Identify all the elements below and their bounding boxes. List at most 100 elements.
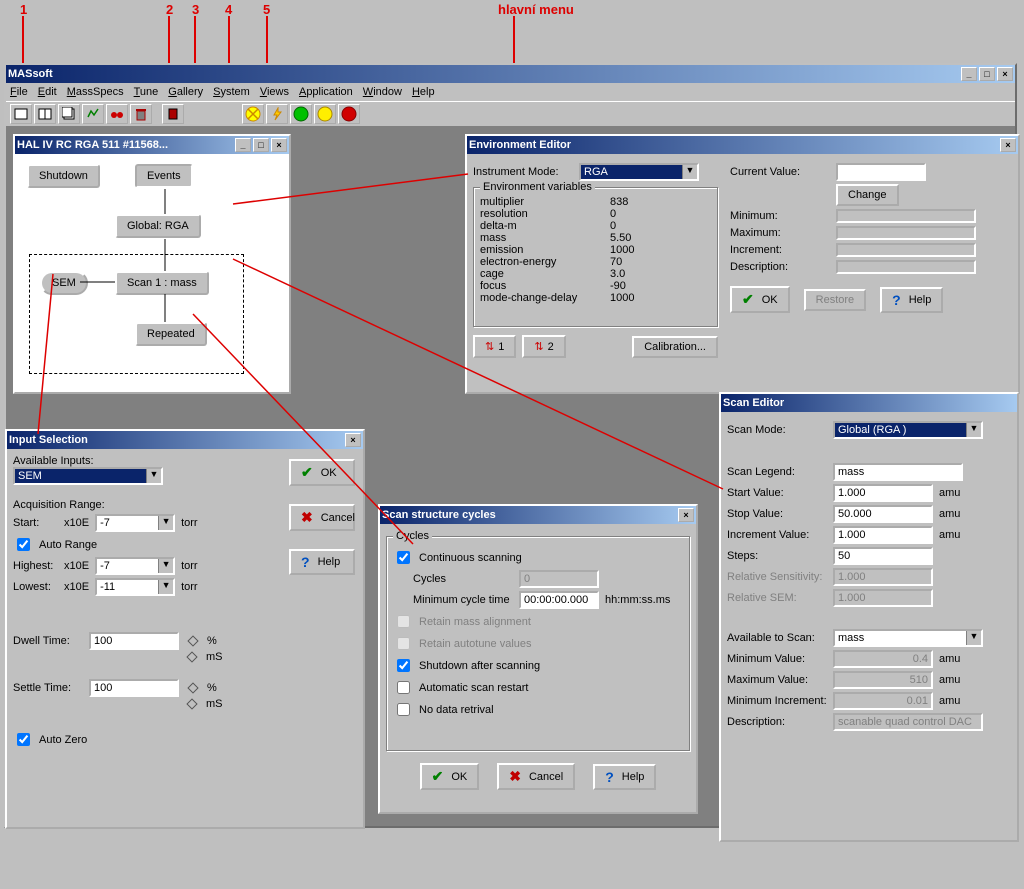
toolbar-btn-4[interactable] bbox=[82, 104, 104, 124]
toolbar-yellow-light-icon[interactable] bbox=[314, 104, 336, 124]
start-value-input[interactable] bbox=[833, 484, 933, 502]
shutdown-after-checkbox[interactable] bbox=[397, 659, 410, 672]
env-editor-title: Environment Editor bbox=[469, 139, 571, 151]
scan-mode-combo[interactable]: Global (RGA )▼ bbox=[833, 421, 983, 439]
ok-button[interactable]: OK bbox=[289, 459, 355, 486]
retain-mass-checkbox bbox=[397, 615, 410, 628]
radio-pct-icon[interactable] bbox=[187, 635, 198, 646]
no-data-checkbox[interactable] bbox=[397, 703, 410, 716]
increment-value-input[interactable] bbox=[833, 526, 933, 544]
minimize-button[interactable]: _ bbox=[961, 67, 977, 81]
available-to-scan-combo[interactable]: mass▼ bbox=[833, 629, 983, 647]
close-button[interactable]: × bbox=[678, 508, 694, 522]
settle-time-label: Settle Time: bbox=[13, 682, 83, 694]
auto-zero-checkbox[interactable] bbox=[17, 733, 30, 746]
cancel-button[interactable]: Cancel bbox=[289, 504, 355, 531]
env-editor-titlebar[interactable]: Environment Editor × bbox=[467, 136, 1018, 154]
ok-button[interactable]: OK bbox=[420, 763, 480, 790]
stop-value-input[interactable] bbox=[833, 505, 933, 523]
ok-button[interactable]: OK bbox=[730, 286, 790, 313]
env-btn-1[interactable]: ⇅1 bbox=[473, 335, 516, 358]
lowest-combo[interactable]: -11▼ bbox=[95, 578, 175, 596]
no-data-label: No data retrival bbox=[419, 704, 494, 716]
current-value-input[interactable] bbox=[836, 163, 926, 181]
scan-editor-titlebar[interactable]: Scan Editor bbox=[721, 394, 1017, 412]
menu-window[interactable]: Window bbox=[363, 86, 402, 98]
menu-gallery[interactable]: Gallery bbox=[168, 86, 203, 98]
settle-time-input[interactable] bbox=[89, 679, 179, 697]
env-btn-2[interactable]: ⇅2 bbox=[522, 335, 565, 358]
input-selection-window: Input Selection × Available Inputs: SEM▼… bbox=[5, 429, 365, 829]
scan-legend-input[interactable] bbox=[833, 463, 963, 481]
min-cycle-input[interactable] bbox=[519, 591, 599, 609]
radio-pct-icon[interactable] bbox=[187, 682, 198, 693]
annotation-2: 2 bbox=[166, 2, 173, 17]
close-button[interactable]: × bbox=[1000, 138, 1016, 152]
description-label: Description: bbox=[730, 261, 830, 273]
auto-restart-checkbox[interactable] bbox=[397, 681, 410, 694]
amu-label: amu bbox=[939, 487, 960, 499]
highest-combo[interactable]: -7▼ bbox=[95, 557, 175, 575]
minimum-label: Minimum: bbox=[730, 210, 830, 222]
rel-sens-label: Relative Sensitivity: bbox=[727, 571, 827, 583]
instrument-mode-label: Instrument Mode: bbox=[473, 166, 573, 178]
continuous-checkbox[interactable] bbox=[397, 551, 410, 564]
menu-system[interactable]: System bbox=[213, 86, 250, 98]
available-inputs-combo[interactable]: SEM▼ bbox=[13, 467, 163, 485]
menu-massspecs[interactable]: MassSpecs bbox=[67, 86, 124, 98]
steps-input[interactable] bbox=[833, 547, 933, 565]
desc-label: Description: bbox=[727, 716, 827, 728]
change-button[interactable]: Change bbox=[836, 184, 899, 206]
auto-range-checkbox[interactable] bbox=[17, 538, 30, 551]
toolbar-green-light-icon[interactable] bbox=[290, 104, 312, 124]
env-vars-table[interactable]: multiplier838 resolution0 delta-m0 mass5… bbox=[480, 196, 711, 304]
toolbar-red-light-icon[interactable] bbox=[338, 104, 360, 124]
input-selection-titlebar[interactable]: Input Selection × bbox=[7, 431, 363, 449]
menu-views[interactable]: Views bbox=[260, 86, 289, 98]
instrument-mode-combo[interactable]: RGA▼ bbox=[579, 163, 699, 181]
help-button[interactable]: Help bbox=[880, 287, 943, 313]
menu-file[interactable]: File bbox=[10, 86, 28, 98]
close-button[interactable]: × bbox=[345, 433, 361, 447]
stop-value-label: Stop Value: bbox=[727, 508, 827, 520]
highest-label: Highest: bbox=[13, 560, 58, 572]
help-button[interactable]: Help bbox=[289, 549, 355, 575]
menu-edit[interactable]: Edit bbox=[38, 86, 57, 98]
minimize-button[interactable]: _ bbox=[235, 138, 251, 152]
help-button[interactable]: Help bbox=[593, 764, 656, 790]
radio-ms-icon[interactable] bbox=[186, 698, 197, 709]
toolbar-btn-3[interactable] bbox=[58, 104, 80, 124]
calibration-button[interactable]: Calibration... bbox=[632, 336, 718, 358]
current-value-label: Current Value: bbox=[730, 166, 830, 178]
maximum-label: Maximum: bbox=[730, 227, 830, 239]
cancel-button[interactable]: Cancel bbox=[497, 763, 575, 790]
close-button[interactable]: × bbox=[271, 138, 287, 152]
scan-mode-label: Scan Mode: bbox=[727, 424, 827, 436]
maximize-button[interactable]: □ bbox=[253, 138, 269, 152]
input-selection-title: Input Selection bbox=[9, 434, 88, 446]
dwell-time-input[interactable] bbox=[89, 632, 179, 650]
scan-cycles-titlebar[interactable]: Scan structure cycles × bbox=[380, 506, 696, 524]
toolbar-trash-icon[interactable] bbox=[130, 104, 152, 124]
menu-tune[interactable]: Tune bbox=[134, 86, 159, 98]
radio-ms-icon[interactable] bbox=[186, 651, 197, 662]
start-combo[interactable]: -7▼ bbox=[95, 514, 175, 532]
shutdown-after-label: Shutdown after scanning bbox=[419, 660, 540, 672]
toolbar-btn-2[interactable] bbox=[34, 104, 56, 124]
min-value-field: 0.4 bbox=[833, 650, 933, 668]
rga-window-titlebar[interactable]: HAL IV RC RGA 511 #11568... _ □ × bbox=[15, 136, 289, 154]
toolbar-binoculars-icon[interactable] bbox=[106, 104, 128, 124]
cycles-label: Cycles bbox=[413, 573, 513, 585]
toolbar-lightning-icon[interactable] bbox=[266, 104, 288, 124]
rel-sem-label: Relative SEM: bbox=[727, 592, 827, 604]
toolbar-btn-1[interactable] bbox=[10, 104, 32, 124]
toolbar-warning-icon[interactable] bbox=[242, 104, 264, 124]
menu-help[interactable]: Help bbox=[412, 86, 435, 98]
maximize-button[interactable]: □ bbox=[979, 67, 995, 81]
increment-label: Increment: bbox=[730, 244, 830, 256]
menu-application[interactable]: Application bbox=[299, 86, 353, 98]
close-button[interactable]: × bbox=[997, 67, 1013, 81]
scan-legend-label: Scan Legend: bbox=[727, 466, 827, 478]
toolbar bbox=[6, 101, 1015, 127]
toolbar-btn-7[interactable] bbox=[162, 104, 184, 124]
